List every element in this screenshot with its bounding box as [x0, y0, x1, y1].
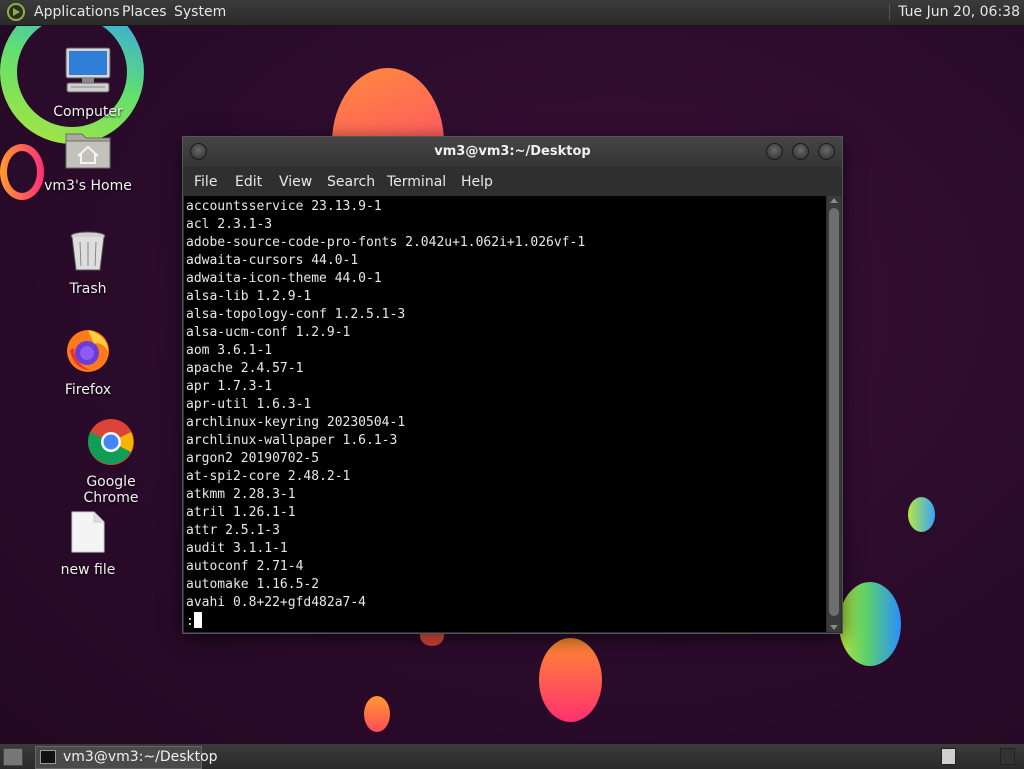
wallpaper-green-blob	[908, 497, 935, 532]
close-button[interactable]	[818, 143, 835, 160]
trash-icon	[70, 231, 106, 271]
terminal-line: atkmm 2.28.3-1	[186, 487, 296, 502]
mate-logo-icon[interactable]	[7, 3, 25, 21]
system-menu[interactable]: System	[174, 4, 226, 20]
scrollbar-thumb[interactable]	[829, 208, 839, 616]
terminal-line: alsa-lib 1.2.9-1	[186, 289, 312, 304]
terminal-line: audit 3.1.1-1	[186, 541, 288, 556]
maximize-button[interactable]	[792, 143, 809, 160]
terminal-line: attr 2.5.1-3	[186, 523, 280, 538]
terminal-line: automake 1.16.5-2	[186, 577, 320, 592]
wallpaper-orange-blob-2	[539, 638, 602, 722]
window-titlebar[interactable]: vm3@vm3:~/Desktop	[183, 137, 842, 167]
terminal-line: autoconf 2.71-4	[186, 559, 304, 574]
terminal-prompt[interactable]: :	[184, 612, 826, 631]
places-menu[interactable]: Places	[122, 4, 167, 20]
menu-edit[interactable]: Edit	[235, 174, 262, 190]
taskbar-button-terminal[interactable]: vm3@vm3:~/Desktop	[35, 746, 218, 769]
terminal-line: apr 1.7.3-1	[186, 379, 273, 394]
menu-help[interactable]: Help	[461, 174, 493, 190]
desktop-icon-label: vm3's Home	[44, 178, 132, 194]
terminal-line: at-spi2-core 2.48.2-1	[186, 469, 351, 484]
terminal-output[interactable]: accountsservice 23.13.9-1 acl 2.3.1-3 adob…	[184, 196, 826, 632]
firefox-icon	[67, 330, 109, 372]
terminal-line: archlinux-keyring 20230504-1	[186, 415, 406, 430]
terminal-line: alsa-ucm-conf 1.2.9-1	[186, 325, 351, 340]
terminal-line: avahi 0.8+22+gfd482a7-4	[186, 595, 367, 610]
scroll-down-arrow-icon[interactable]	[830, 625, 838, 630]
desktop-icon-new-file[interactable]: new file	[38, 510, 138, 578]
terminal-line: acl 2.3.1-3	[186, 217, 273, 232]
wallpaper-green-blob-2	[839, 582, 901, 666]
desktop-icon-label: Firefox	[64, 382, 112, 398]
terminal-window[interactable]: vm3@vm3:~/Desktop File Edit View Search …	[182, 136, 843, 634]
scroll-up-arrow-icon[interactable]	[830, 198, 838, 203]
terminal-line: alsa-topology-conf 1.2.5.1-3	[186, 307, 406, 322]
top-panel: Applications Places System Tue Jun 20, 0…	[0, 0, 1024, 26]
menu-view[interactable]: View	[279, 174, 312, 190]
terminal-line: apr-util 1.6.3-1	[186, 397, 312, 412]
desktop-icon-computer[interactable]: Computer	[38, 46, 138, 120]
terminal-line: aom 3.6.1-1	[186, 343, 273, 358]
terminal-scrollbar[interactable]	[827, 196, 841, 632]
window-title: vm3@vm3:~/Desktop	[434, 144, 591, 159]
desktop-icon-firefox[interactable]: Firefox	[38, 326, 138, 398]
terminal-icon	[40, 750, 56, 764]
menu-file[interactable]: File	[194, 174, 217, 190]
desktop-icon-label: new file	[60, 562, 116, 578]
workspace-1[interactable]	[941, 748, 956, 765]
menu-search[interactable]: Search	[327, 174, 375, 190]
taskbar-button-label: vm3@vm3:~/Desktop	[63, 749, 218, 765]
terminal-line: argon2 20190702-5	[186, 451, 320, 466]
bottom-panel: vm3@vm3:~/Desktop	[0, 743, 1024, 769]
computer-icon	[65, 47, 111, 93]
terminal-line: adwaita-cursors 44.0-1	[186, 253, 359, 268]
desktop-icon-chrome[interactable]: Google Chrome	[60, 418, 162, 506]
workspace-2[interactable]	[1000, 748, 1015, 765]
terminal-menubar: File Edit View Search Terminal Help	[183, 167, 842, 196]
wallpaper-orange-blob-3	[364, 696, 390, 732]
terminal-line: apache 2.4.57-1	[186, 361, 304, 376]
terminal-line: atril 1.26.1-1	[186, 505, 296, 520]
home-folder-icon	[65, 133, 111, 169]
desktop-icon-trash[interactable]: Trash	[38, 229, 138, 297]
terminal-line: adobe-source-code-pro-fonts 2.042u+1.062…	[186, 235, 586, 250]
minimize-button[interactable]	[766, 143, 783, 160]
file-icon	[71, 511, 105, 553]
terminal-line: adwaita-icon-theme 44.0-1	[186, 271, 382, 286]
prompt-text: :	[186, 614, 194, 629]
desktop-icon-label: Trash	[69, 281, 107, 297]
desktop-icon-label: Google Chrome	[83, 474, 139, 506]
terminal-lines: accountsservice 23.13.9-1 acl 2.3.1-3 adob…	[184, 196, 826, 612]
menu-terminal[interactable]: Terminal	[387, 174, 446, 190]
desktop-icon-label: Computer	[53, 104, 123, 120]
clock[interactable]: Tue Jun 20, 06:38	[889, 4, 1020, 20]
desktop-icon-home[interactable]: vm3's Home	[38, 128, 138, 194]
applications-menu[interactable]: Applications	[34, 4, 120, 20]
chrome-icon	[88, 419, 134, 465]
terminal-line: archlinux-wallpaper 1.6.1-3	[186, 433, 398, 448]
terminal-line: accountsservice 23.13.9-1	[186, 199, 382, 214]
text-cursor	[193, 612, 202, 628]
show-desktop-button[interactable]	[3, 748, 23, 766]
